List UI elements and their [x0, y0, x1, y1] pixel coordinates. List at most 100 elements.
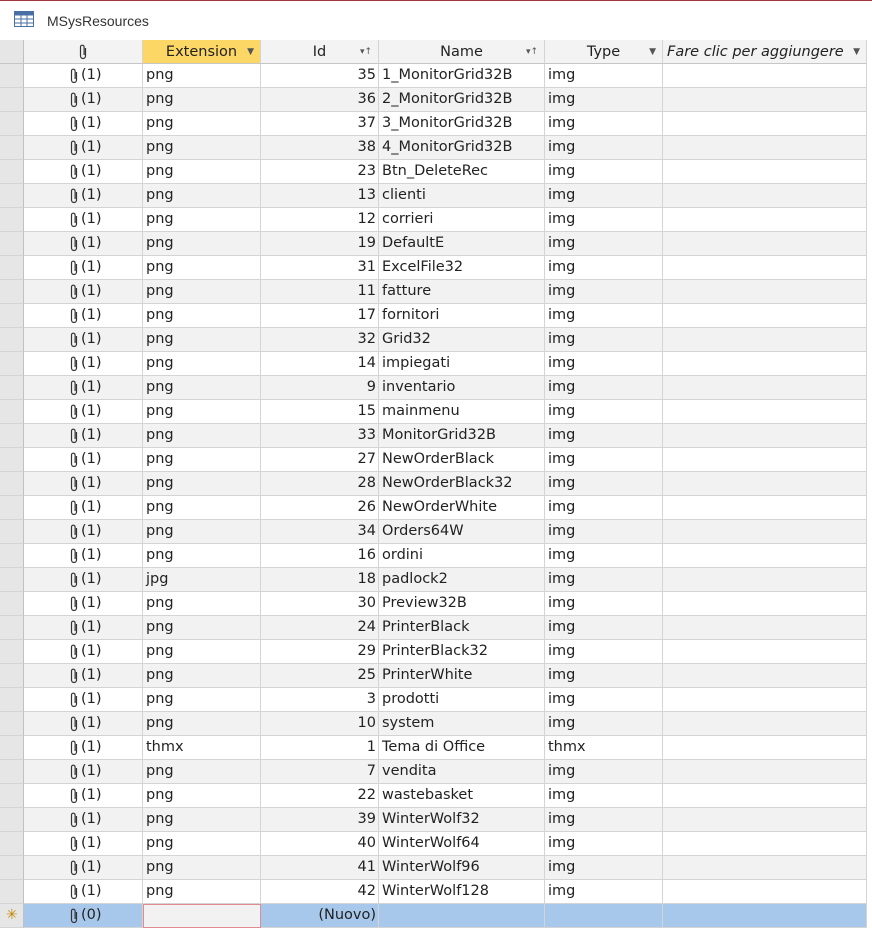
- type-cell[interactable]: img: [545, 616, 663, 640]
- add-field-cell[interactable]: [663, 208, 867, 232]
- table-row[interactable]: (1) png 22 wastebasket img: [0, 784, 872, 808]
- table-row[interactable]: (1) png 9 inventario img: [0, 376, 872, 400]
- record-selector[interactable]: [0, 736, 24, 760]
- name-cell[interactable]: fatture: [379, 280, 545, 304]
- table-row[interactable]: (1) png 17 fornitori img: [0, 304, 872, 328]
- type-cell[interactable]: img: [545, 256, 663, 280]
- record-selector[interactable]: [0, 496, 24, 520]
- type-cell[interactable]: img: [545, 304, 663, 328]
- column-header-attachment[interactable]: [24, 40, 143, 64]
- extension-cell[interactable]: png: [143, 640, 261, 664]
- table-row[interactable]: (1) png 41 WinterWolf96 img: [0, 856, 872, 880]
- extension-cell[interactable]: png: [143, 256, 261, 280]
- add-field-cell[interactable]: [663, 808, 867, 832]
- table-row[interactable]: (1) png 30 Preview32B img: [0, 592, 872, 616]
- attachment-cell[interactable]: (1): [24, 352, 143, 376]
- extension-cell[interactable]: png: [143, 496, 261, 520]
- record-selector[interactable]: [0, 424, 24, 448]
- name-cell[interactable]: 3_MonitorGrid32B: [379, 112, 545, 136]
- type-cell[interactable]: img: [545, 376, 663, 400]
- table-row[interactable]: (1) png 34 Orders64W img: [0, 520, 872, 544]
- attachment-cell[interactable]: (1): [24, 568, 143, 592]
- name-cell[interactable]: inventario: [379, 376, 545, 400]
- attachment-cell[interactable]: (1): [24, 760, 143, 784]
- table-row[interactable]: (1) png 32 Grid32 img: [0, 328, 872, 352]
- table-row[interactable]: (1) png 7 vendita img: [0, 760, 872, 784]
- id-cell[interactable]: 37: [261, 112, 379, 136]
- add-field-cell[interactable]: [663, 280, 867, 304]
- extension-input[interactable]: [143, 904, 261, 928]
- table-row[interactable]: (1) jpg 18 padlock2 img: [0, 568, 872, 592]
- attachment-cell[interactable]: (1): [24, 208, 143, 232]
- add-field-cell[interactable]: [663, 832, 867, 856]
- extension-cell[interactable]: png: [143, 328, 261, 352]
- attachment-cell[interactable]: (1): [24, 184, 143, 208]
- add-field-cell[interactable]: [663, 160, 867, 184]
- dropdown-arrow-icon[interactable]: ▼: [853, 40, 860, 63]
- record-selector[interactable]: [0, 88, 24, 112]
- record-selector[interactable]: [0, 880, 24, 904]
- attachment-cell[interactable]: (1): [24, 232, 143, 256]
- name-cell[interactable]: fornitori: [379, 304, 545, 328]
- sort-asc-icon[interactable]: ▾↑: [360, 40, 372, 63]
- id-cell[interactable]: 42: [261, 880, 379, 904]
- table-row[interactable]: (1) png 15 mainmenu img: [0, 400, 872, 424]
- object-tab[interactable]: MSysResources: [0, 0, 872, 41]
- type-cell[interactable]: img: [545, 208, 663, 232]
- record-selector[interactable]: [0, 280, 24, 304]
- column-header-type[interactable]: Type ▼: [545, 40, 663, 64]
- name-cell[interactable]: impiegati: [379, 352, 545, 376]
- attachment-cell[interactable]: (1): [24, 616, 143, 640]
- type-cell[interactable]: img: [545, 688, 663, 712]
- id-cell[interactable]: 12: [261, 208, 379, 232]
- extension-cell[interactable]: png: [143, 832, 261, 856]
- id-cell[interactable]: 10: [261, 712, 379, 736]
- type-cell[interactable]: img: [545, 112, 663, 136]
- attachment-cell[interactable]: (1): [24, 736, 143, 760]
- extension-cell[interactable]: png: [143, 880, 261, 904]
- name-cell[interactable]: WinterWolf32: [379, 808, 545, 832]
- type-cell[interactable]: img: [545, 424, 663, 448]
- type-cell[interactable]: [545, 904, 663, 928]
- add-field-cell[interactable]: [663, 592, 867, 616]
- record-selector[interactable]: [0, 640, 24, 664]
- record-selector[interactable]: [0, 112, 24, 136]
- add-field-cell[interactable]: [663, 568, 867, 592]
- id-cell[interactable]: 25: [261, 664, 379, 688]
- id-cell[interactable]: 27: [261, 448, 379, 472]
- type-cell[interactable]: img: [545, 64, 663, 88]
- add-field-cell[interactable]: [663, 784, 867, 808]
- attachment-cell[interactable]: (1): [24, 592, 143, 616]
- record-selector[interactable]: [0, 232, 24, 256]
- attachment-cell[interactable]: (1): [24, 496, 143, 520]
- attachment-cell[interactable]: (1): [24, 256, 143, 280]
- add-field-cell[interactable]: [663, 424, 867, 448]
- id-cell[interactable]: 17: [261, 304, 379, 328]
- add-field-cell[interactable]: [663, 304, 867, 328]
- table-row[interactable]: (1) png 12 corrieri img: [0, 208, 872, 232]
- record-selector[interactable]: [0, 784, 24, 808]
- name-cell[interactable]: padlock2: [379, 568, 545, 592]
- name-cell[interactable]: PrinterBlack32: [379, 640, 545, 664]
- extension-cell[interactable]: png: [143, 160, 261, 184]
- record-selector[interactable]: [0, 664, 24, 688]
- name-cell[interactable]: PrinterWhite: [379, 664, 545, 688]
- record-selector[interactable]: [0, 856, 24, 880]
- id-cell[interactable]: 30: [261, 592, 379, 616]
- extension-cell[interactable]: png: [143, 376, 261, 400]
- type-cell[interactable]: thmx: [545, 736, 663, 760]
- id-cell[interactable]: 9: [261, 376, 379, 400]
- id-cell[interactable]: 7: [261, 760, 379, 784]
- name-cell[interactable]: clienti: [379, 184, 545, 208]
- record-selector[interactable]: [0, 64, 24, 88]
- record-selector[interactable]: [0, 688, 24, 712]
- name-cell[interactable]: Preview32B: [379, 592, 545, 616]
- record-selector[interactable]: [0, 304, 24, 328]
- attachment-cell[interactable]: (1): [24, 472, 143, 496]
- name-cell[interactable]: WinterWolf64: [379, 832, 545, 856]
- attachment-cell[interactable]: (1): [24, 400, 143, 424]
- id-cell[interactable]: 31: [261, 256, 379, 280]
- type-cell[interactable]: img: [545, 640, 663, 664]
- add-field-cell[interactable]: [663, 376, 867, 400]
- table-row[interactable]: (1) png 40 WinterWolf64 img: [0, 832, 872, 856]
